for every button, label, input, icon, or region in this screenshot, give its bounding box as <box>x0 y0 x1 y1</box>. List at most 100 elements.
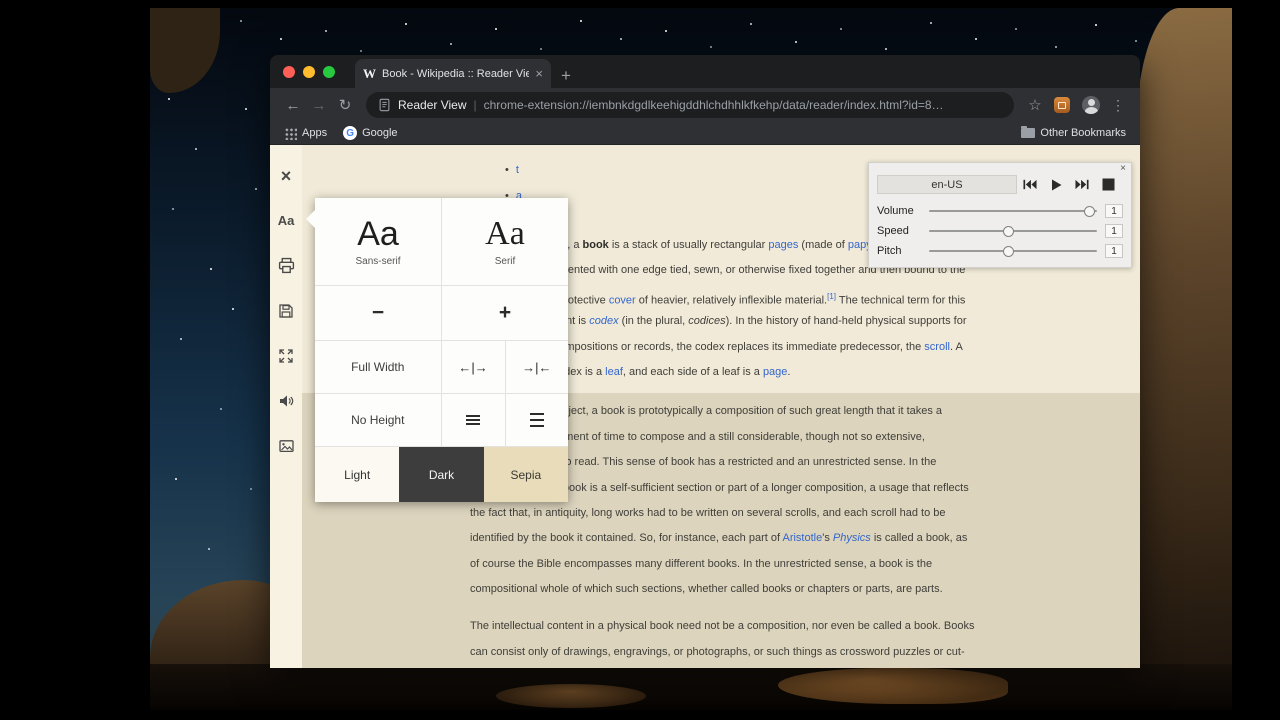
increase-font-button[interactable]: + <box>442 286 568 340</box>
speaker-icon <box>279 395 293 406</box>
tab-close-icon[interactable]: × <box>535 67 543 80</box>
list-item: • t <box>505 157 522 183</box>
bookmark-label: Apps <box>302 127 328 139</box>
play-button[interactable] <box>1043 176 1069 193</box>
tts-close-icon[interactable]: × <box>1120 163 1126 175</box>
article-link[interactable]: [1] <box>827 292 836 301</box>
fullscreen-button[interactable] <box>270 333 302 378</box>
extension-icon[interactable] <box>1054 97 1070 113</box>
theme-dark-button[interactable]: Dark <box>399 447 484 502</box>
widen-column-button[interactable]: ←|→ <box>442 341 505 393</box>
tab-strip: W Book - Wikipedia :: Reader View × + <box>270 55 1140 88</box>
previous-button[interactable] <box>1017 176 1043 193</box>
wikipedia-favicon: W <box>363 66 376 81</box>
article-link[interactable]: scroll <box>924 341 950 353</box>
article-text: codices <box>688 315 726 328</box>
profile-avatar[interactable] <box>1082 96 1100 114</box>
rock-decoration <box>1136 8 1232 710</box>
article-link[interactable]: leaf <box>605 366 623 378</box>
stop-button[interactable] <box>1095 176 1121 193</box>
tab-title: Book - Wikipedia :: Reader View <box>382 67 530 80</box>
close-reader-button[interactable]: × <box>270 153 302 198</box>
sans-serif-option[interactable]: Aa Sans-serif <box>315 198 442 285</box>
pitch-slider[interactable] <box>929 241 1097 261</box>
theme-row: Light Dark Sepia <box>315 447 568 502</box>
article-link[interactable]: cover <box>609 294 636 306</box>
fullscreen-icon <box>279 348 293 363</box>
article-text: identified by the book it contained. So,… <box>470 532 783 545</box>
font-settings-button[interactable]: Aa <box>270 198 302 243</box>
volume-slider[interactable] <box>929 201 1097 221</box>
narrow-icon: →|← <box>522 359 552 375</box>
new-tab-button[interactable]: + <box>561 67 571 84</box>
images-button[interactable] <box>270 423 302 468</box>
article-link[interactable]: codex <box>589 315 618 327</box>
window-zoom-button[interactable] <box>323 65 335 78</box>
article-text: . <box>787 365 791 378</box>
browser-toolbar: ← → ↻ Reader View | chrome-extension://i… <box>270 88 1140 122</box>
line-height-row: No Height <box>315 394 568 447</box>
slider-knob[interactable] <box>1002 245 1014 257</box>
ground-decoration <box>150 664 1232 710</box>
font-size-row: − + <box>315 286 568 341</box>
bookmark-google[interactable]: G Google <box>343 126 398 140</box>
print-button[interactable] <box>270 243 302 288</box>
tts-sliders: Volume 1 Speed 1 Pitch 1 <box>869 194 1131 261</box>
article-text: The technical term for this <box>836 294 966 307</box>
tts-panel: × en-US Volume 1 Speed 1 Pitch 1 <box>868 162 1132 268</box>
article-text: book <box>582 239 609 251</box>
decrease-line-height-button[interactable] <box>442 394 505 446</box>
tts-slider-value: 1 <box>1105 204 1123 218</box>
window-close-button[interactable] <box>283 65 295 78</box>
theme-sepia-button[interactable]: Sepia <box>483 447 568 502</box>
avatar-body <box>1084 107 1098 114</box>
url-separator: | <box>473 98 477 112</box>
narrow-column-button[interactable]: →|← <box>504 341 568 393</box>
reader-sidebar: × Aa <box>270 145 302 668</box>
decrease-font-button[interactable]: − <box>315 286 442 340</box>
article-text: (in the plural, <box>618 315 689 328</box>
speed-slider[interactable] <box>929 221 1097 241</box>
no-height-button[interactable]: No Height <box>315 394 442 446</box>
tts-slider-label: Speed <box>877 225 909 237</box>
article-text: , and each side of a leaf is a <box>622 365 763 378</box>
article-link[interactable]: Physics <box>833 532 871 544</box>
full-width-button[interactable]: Full Width <box>315 341 442 393</box>
browser-tab[interactable]: W Book - Wikipedia :: Reader View × <box>355 59 551 88</box>
article-text: can consist only of drawings, engravings… <box>470 645 965 658</box>
article-text: of heavier, relatively inflexible materi… <box>635 294 828 307</box>
serif-sample: Aa <box>485 214 525 252</box>
screen: W Book - Wikipedia :: Reader View × + ← … <box>0 0 1280 720</box>
article-text: ). In the history of hand-held physical … <box>725 315 967 328</box>
tts-button[interactable] <box>270 378 302 423</box>
article-link[interactable]: page <box>763 366 787 378</box>
browser-menu-icon[interactable]: ⋮ <box>1106 97 1130 114</box>
forward-icon[interactable]: → <box>306 97 332 114</box>
slider-knob[interactable] <box>1002 225 1014 237</box>
back-icon[interactable]: ← <box>280 97 306 114</box>
article-link[interactable]: t <box>516 164 519 176</box>
voice-select[interactable]: en-US <box>877 175 1017 194</box>
reader-settings-popup: Aa Sans-serif Aa Serif − + Full Width ←|… <box>306 198 568 502</box>
increase-line-height-button[interactable] <box>504 394 568 446</box>
address-bar[interactable]: Reader View | chrome-extension://iembnkd… <box>366 92 1014 118</box>
article-link[interactable]: Aristotle <box>782 532 822 544</box>
article-link[interactable]: pages <box>768 239 798 251</box>
next-icon <box>1075 179 1089 190</box>
play-icon <box>1051 179 1061 190</box>
window-controls <box>283 55 335 88</box>
loose-lines-icon <box>529 413 544 427</box>
theme-light-button[interactable]: Light <box>315 447 400 502</box>
save-icon <box>279 303 293 318</box>
serif-option[interactable]: Aa Serif <box>442 198 568 285</box>
reader-view-label: Reader View <box>398 98 467 112</box>
window-minimize-button[interactable] <box>303 65 315 78</box>
next-button[interactable] <box>1069 176 1095 193</box>
save-button[interactable] <box>270 288 302 333</box>
slider-knob[interactable] <box>1083 205 1095 217</box>
reload-icon[interactable]: ↻ <box>332 96 358 114</box>
bookmark-apps[interactable]: Apps <box>284 126 328 140</box>
bookmark-star-icon[interactable]: ☆ <box>1022 96 1048 114</box>
other-bookmarks-button[interactable]: Other Bookmarks <box>1021 126 1126 139</box>
bookmarks-bar: Apps G Google Other Bookmarks <box>270 122 1140 145</box>
